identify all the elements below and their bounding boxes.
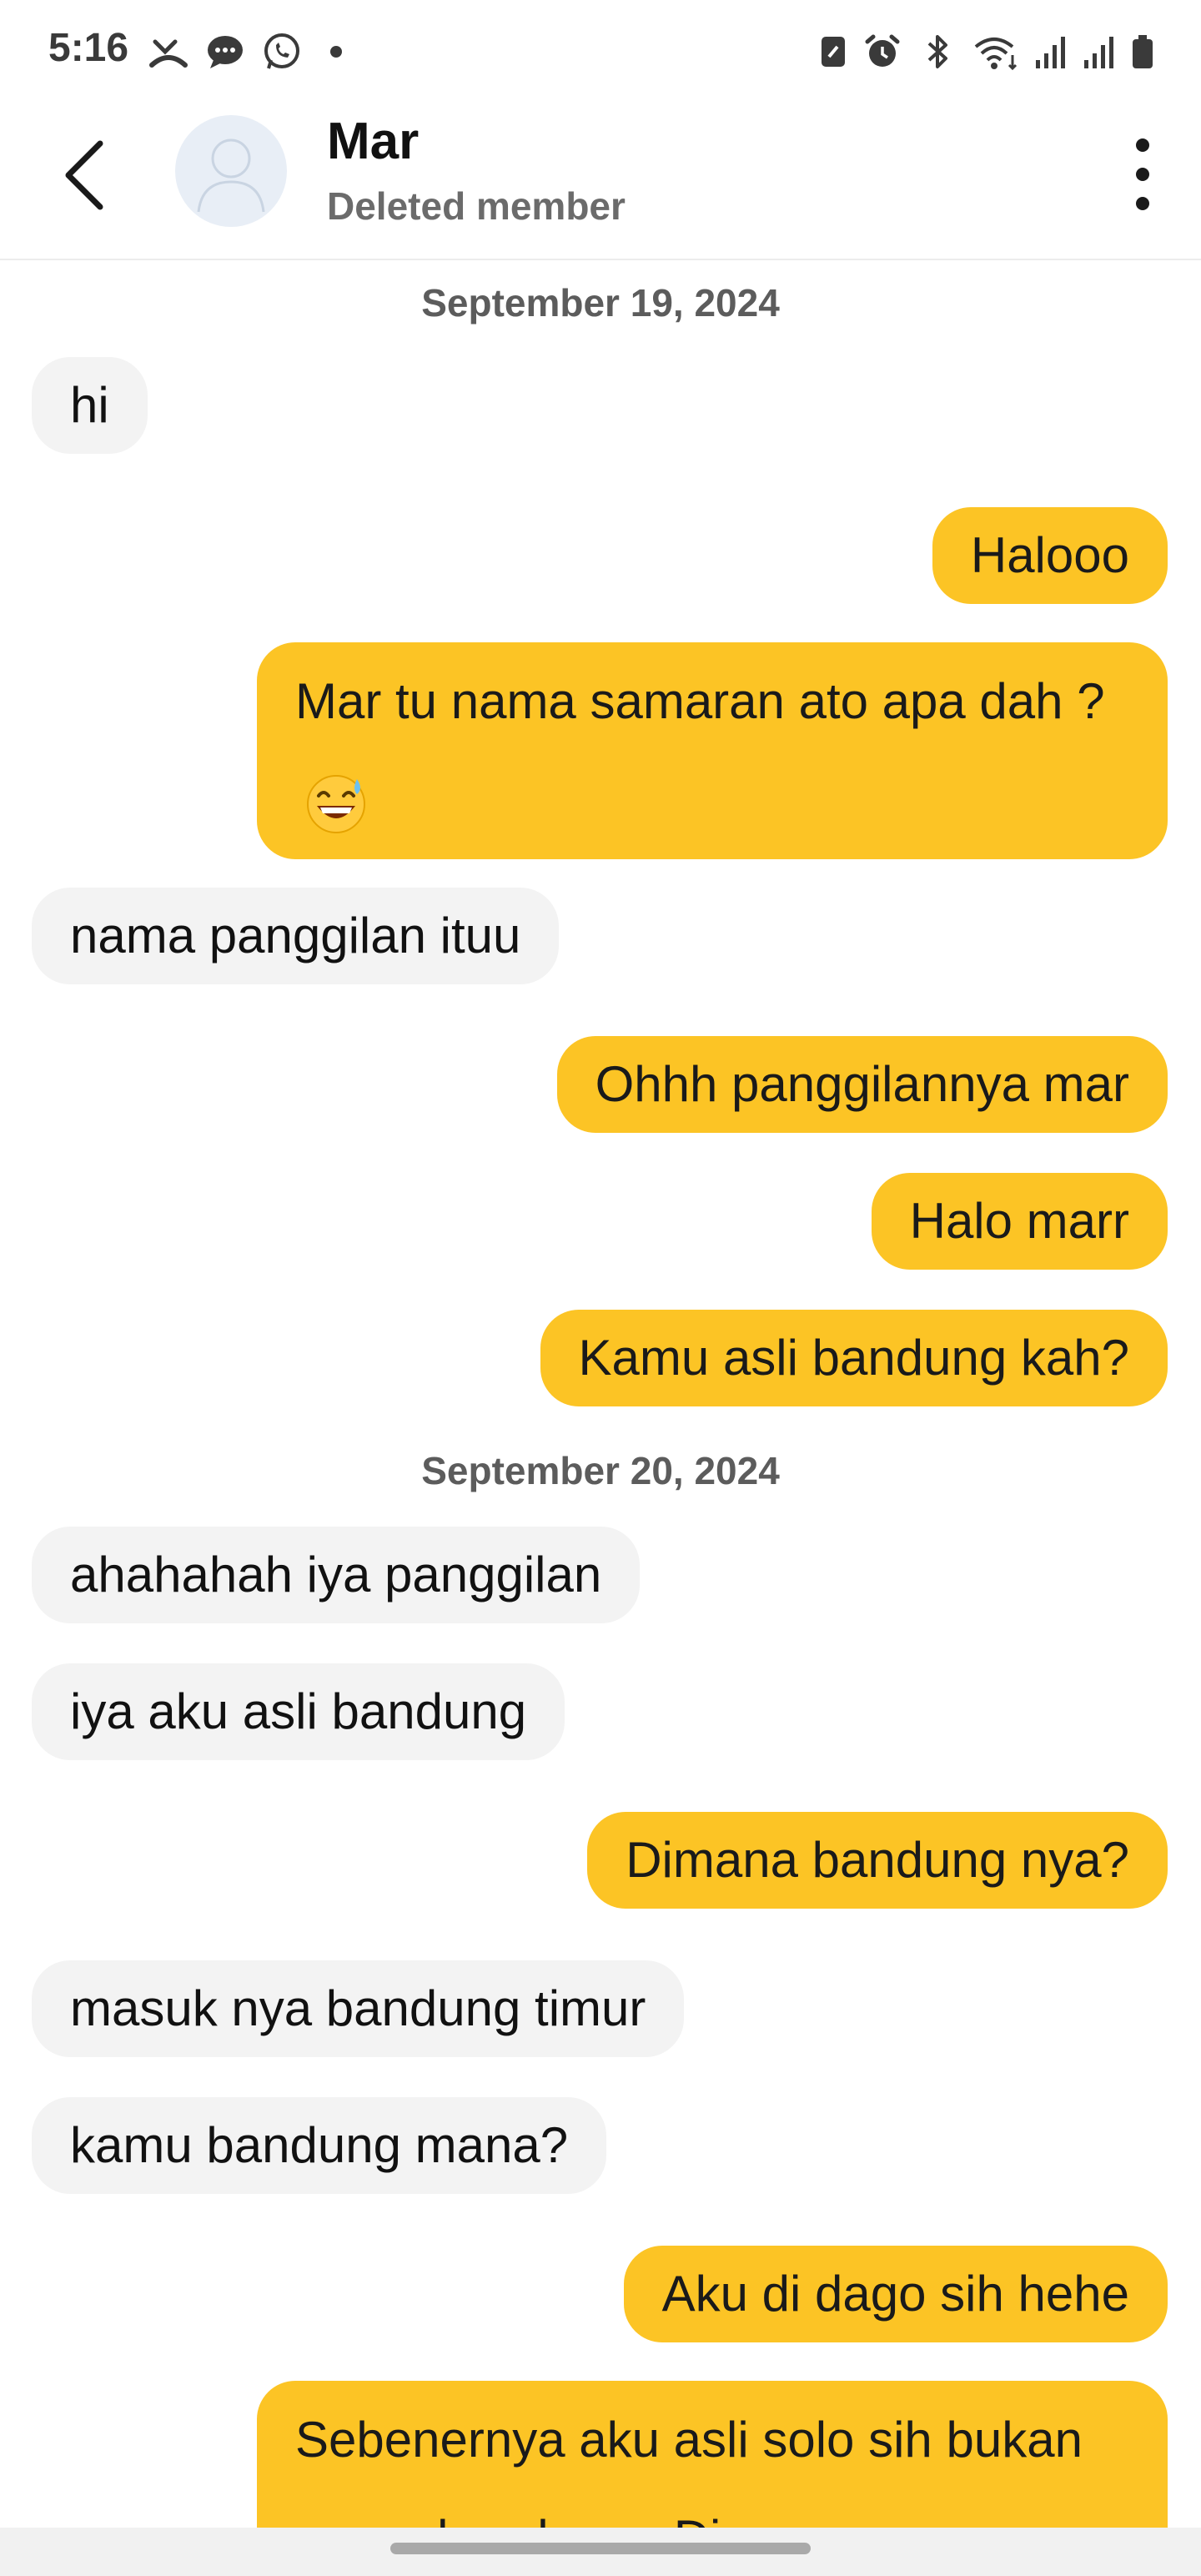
avatar[interactable] (175, 115, 287, 227)
incoming-message[interactable]: iya aku asli bandung (32, 1663, 565, 1760)
missed-call-icon (149, 39, 188, 68)
message-list[interactable]: September 19, 2024 hi Halooo Mar tu nama… (0, 260, 1201, 2529)
nfc-icon (822, 37, 845, 67)
signal-icon (1084, 37, 1113, 68)
whatsapp-icon (264, 33, 299, 69)
status-right-icons (819, 32, 1154, 72)
contact-status: Deleted member (327, 184, 626, 228)
incoming-message[interactable]: ahahahah iya panggilan (32, 1527, 641, 1623)
status-bar: 5:16 (0, 0, 1201, 103)
outgoing-message[interactable]: Mar tu nama samaran ato apa dah ? (257, 642, 1168, 859)
chat-header: Mar Deleted member (0, 103, 1201, 260)
back-button[interactable] (52, 133, 118, 217)
user-placeholder-icon (197, 138, 265, 213)
bluetooth-icon (927, 35, 947, 68)
incoming-message[interactable]: kamu bandung mana? (32, 2097, 607, 2194)
date-separator: September 20, 2024 (421, 1449, 780, 1492)
incoming-message[interactable]: masuk nya bandung timur (32, 1960, 685, 2057)
alarm-icon (865, 34, 900, 67)
battery-icon (1133, 35, 1153, 68)
home-indicator[interactable] (390, 2543, 811, 2554)
outgoing-message[interactable]: Aku di dago sih hehe (623, 2246, 1168, 2342)
incoming-message[interactable]: hi (32, 357, 148, 454)
date-separator: September 19, 2024 (421, 281, 780, 325)
signal-icon (1036, 37, 1065, 68)
more-options-icon[interactable] (1118, 128, 1168, 220)
message-text: Mar tu nama samaran ato apa dah ? (295, 673, 1105, 729)
outgoing-message[interactable]: Dimana bandung nya? (587, 1812, 1168, 1909)
contact-name[interactable]: Mar (327, 112, 419, 171)
grinning-sweat-emoji (307, 775, 365, 834)
outgoing-message[interactable]: Sebenernya aku asli solo sih bukan orang… (257, 2381, 1168, 2529)
notification-dot (330, 46, 342, 58)
outgoing-message[interactable]: Ohhh panggilannya mar (556, 1036, 1168, 1133)
chat-bubble-icon (208, 36, 243, 68)
outgoing-message[interactable]: Halo marr (871, 1173, 1168, 1270)
status-time: 5:16 (48, 26, 129, 70)
status-left-icons (148, 32, 342, 72)
navigation-bar (0, 2528, 1201, 2576)
incoming-message[interactable]: nama panggilan ituu (32, 888, 560, 984)
wifi-icon (974, 38, 1018, 71)
outgoing-message[interactable]: Kamu asli bandung kah? (540, 1310, 1168, 1406)
outgoing-message[interactable]: Halooo (932, 507, 1168, 604)
